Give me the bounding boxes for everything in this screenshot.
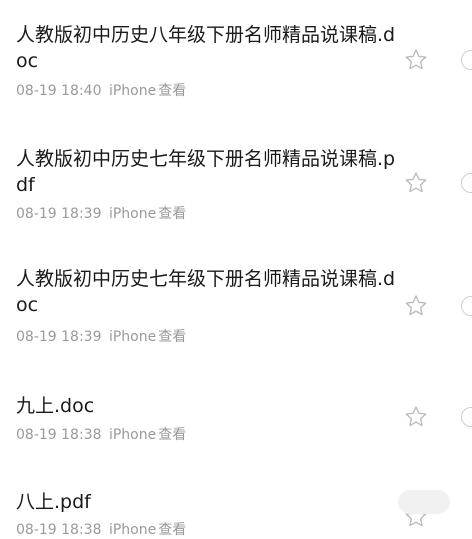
- select-circle-icon[interactable]: [461, 173, 472, 193]
- file-meta: 08-19 18:38 iPhone 查看: [16, 426, 186, 444]
- star-outline-icon[interactable]: [403, 404, 429, 430]
- select-circle-icon[interactable]: [461, 296, 472, 316]
- star-outline-icon[interactable]: [403, 170, 429, 196]
- select-circle-icon[interactable]: [461, 50, 472, 70]
- file-list: 人教版初中历史八年级下册名师精品说课稿.doc 08-19 18:40 iPho…: [0, 0, 472, 538]
- file-name[interactable]: 人教版初中历史八年级下册名师精品说课稿.doc: [16, 22, 404, 74]
- file-meta: 08-19 18:38 iPhone 查看: [16, 521, 186, 539]
- view-link[interactable]: 查看: [158, 83, 186, 99]
- view-link[interactable]: 查看: [158, 329, 186, 345]
- file-source: iPhone: [108, 427, 157, 443]
- file-time: 08-19 18:39: [16, 329, 102, 345]
- file-item[interactable]: 人教版初中历史七年级下册名师精品说课稿.doc 08-19 18:39 iPho…: [0, 234, 472, 354]
- file-name[interactable]: 九上.doc: [16, 393, 404, 419]
- star-outline-icon[interactable]: [403, 47, 429, 73]
- view-link[interactable]: 查看: [158, 206, 186, 222]
- file-name[interactable]: 人教版初中历史七年级下册名师精品说课稿.doc: [16, 266, 404, 318]
- file-source: iPhone: [108, 329, 157, 345]
- select-circle-icon[interactable]: [461, 407, 472, 427]
- file-source: iPhone: [108, 522, 157, 538]
- file-source: iPhone: [108, 206, 157, 222]
- file-meta: 08-19 18:39 iPhone 查看: [16, 328, 186, 346]
- file-time: 08-19 18:38: [16, 522, 102, 538]
- file-item[interactable]: 九上.doc 08-19 18:38 iPhone 查看: [0, 354, 472, 474]
- file-time: 08-19 18:40: [16, 83, 102, 99]
- file-item[interactable]: 人教版初中历史七年级下册名师精品说课稿.pdf 08-19 18:39 iPho…: [0, 112, 472, 234]
- file-time: 08-19 18:38: [16, 427, 102, 443]
- view-link[interactable]: 查看: [158, 427, 186, 443]
- view-link[interactable]: 查看: [158, 522, 186, 538]
- star-outline-icon[interactable]: [403, 293, 429, 319]
- file-source: iPhone: [108, 83, 157, 99]
- file-meta: 08-19 18:39 iPhone 查看: [16, 205, 186, 223]
- file-item[interactable]: 人教版初中历史八年级下册名师精品说课稿.doc 08-19 18:40 iPho…: [0, 0, 472, 112]
- file-meta: 08-19 18:40 iPhone 查看: [16, 82, 186, 100]
- file-time: 08-19 18:39: [16, 206, 102, 222]
- file-name[interactable]: 八上.pdf: [16, 489, 404, 515]
- file-name[interactable]: 人教版初中历史七年级下册名师精品说课稿.pdf: [16, 146, 404, 198]
- floating-pill: [398, 490, 450, 514]
